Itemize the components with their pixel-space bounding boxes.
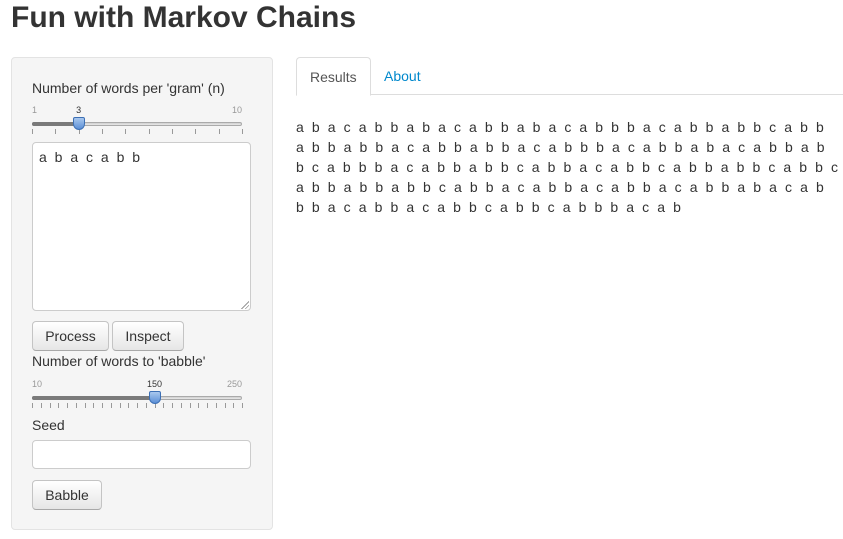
- slider-tick: [58, 403, 60, 408]
- babble-slider-ticks: [32, 403, 243, 411]
- app-title: Fun with Markov Chains: [11, 1, 357, 34]
- babble-slider-handle[interactable]: [148, 391, 161, 404]
- slider-tick: [242, 129, 243, 134]
- tab-about[interactable]: About: [371, 57, 434, 95]
- seed-input[interactable]: [32, 440, 251, 469]
- ngram-slider-value: 3: [76, 105, 82, 115]
- slider-tick: [84, 403, 86, 408]
- ngram-slider[interactable]: 1 10 3: [32, 105, 243, 145]
- slider-tick: [218, 129, 220, 134]
- slider-tick: [172, 403, 173, 408]
- tab-bar: Results About: [296, 57, 843, 96]
- slider-tick: [148, 129, 150, 134]
- slider-tick: [40, 403, 42, 408]
- ngram-slider-min: 1: [32, 105, 38, 115]
- slider-tick: [172, 129, 173, 134]
- babble-slider-max: 250: [226, 379, 242, 389]
- ngram-slider-handle[interactable]: [72, 117, 85, 130]
- tab-results[interactable]: Results: [296, 57, 371, 96]
- inspect-button[interactable]: Inspect: [112, 321, 184, 351]
- slider-tick: [207, 403, 208, 408]
- corpus-textarea[interactable]: [32, 142, 251, 311]
- slider-tick: [128, 403, 130, 408]
- babble-label: Number of words to 'babble': [32, 353, 206, 369]
- slider-tick: [145, 403, 147, 408]
- slider-tick: [163, 403, 165, 408]
- slider-tick: [198, 403, 200, 408]
- slider-tick: [102, 403, 103, 408]
- slider-tick: [32, 403, 33, 408]
- sidebar-panel: Number of words per 'gram' (n) 1 10 3 Pr…: [11, 57, 273, 530]
- corpus-textarea-wrap: [32, 142, 251, 311]
- slider-tick: [224, 403, 226, 408]
- slider-tick: [110, 403, 112, 408]
- slider-tick: [189, 403, 191, 408]
- slider-tick: [137, 403, 138, 408]
- slider-tick: [93, 403, 95, 408]
- slider-tick: [32, 129, 33, 134]
- babble-button[interactable]: Babble: [32, 480, 102, 510]
- slider-tick: [180, 403, 182, 408]
- slider-tick: [67, 403, 68, 408]
- ngram-slider-max: 10: [231, 105, 242, 115]
- ngram-slider-fill: [32, 122, 79, 126]
- slider-tick: [195, 129, 197, 134]
- process-button[interactable]: Process: [32, 321, 109, 351]
- babble-slider-min: 10: [32, 379, 43, 389]
- slider-tick: [55, 129, 57, 134]
- slider-tick: [119, 403, 121, 408]
- resize-grip-icon[interactable]: [241, 301, 249, 309]
- ngram-label: Number of words per 'gram' (n): [32, 80, 225, 96]
- babble-slider-value: 150: [146, 379, 163, 389]
- babble-slider[interactable]: 10 250 150: [32, 379, 243, 419]
- slider-tick: [102, 129, 103, 134]
- slider-tick: [233, 403, 235, 408]
- babble-slider-fill: [32, 396, 155, 400]
- slider-tick: [75, 403, 77, 408]
- seed-label: Seed: [32, 417, 65, 433]
- slider-tick: [125, 129, 127, 134]
- results-output: a b a c a b b a b a c a b b a b a c a b …: [296, 119, 841, 215]
- ngram-slider-ticks: [32, 129, 243, 137]
- slider-tick: [242, 403, 243, 408]
- slider-tick: [215, 403, 217, 408]
- slider-tick: [49, 403, 51, 408]
